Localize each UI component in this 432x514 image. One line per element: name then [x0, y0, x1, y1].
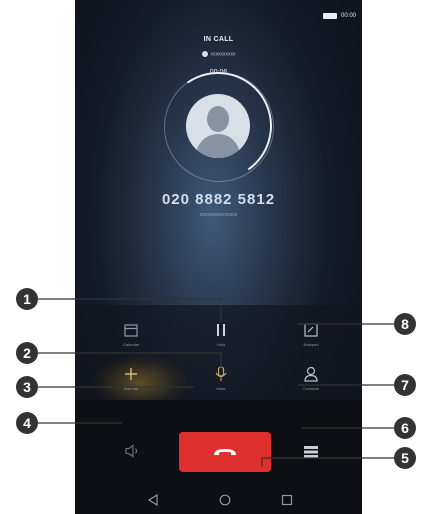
- add-call-button[interactable]: Add call: [101, 366, 161, 391]
- callout-5: 5: [394, 447, 416, 469]
- callout-1: 1: [16, 288, 38, 310]
- avatar-head: [207, 106, 229, 132]
- callout-7: 7: [394, 374, 416, 396]
- callout-4: 4: [16, 412, 38, 434]
- contacts-button[interactable]: Contacts: [281, 366, 341, 391]
- navigation-bar: [75, 486, 362, 514]
- notepad-label: Notepad: [303, 342, 319, 347]
- contact-avatar: [186, 94, 250, 158]
- mute-button[interactable]: Mute: [191, 366, 251, 391]
- callout-8: 8: [394, 313, 416, 335]
- status-bar: 00:00: [322, 10, 356, 22]
- sim-label: xxxxxxxxxx: [210, 51, 236, 58]
- mute-label: Mute: [216, 386, 226, 391]
- calendar-icon: [124, 324, 138, 337]
- calendar-label: Calendar: [122, 342, 140, 347]
- notepad-button[interactable]: Notepad: [281, 322, 341, 347]
- end-call-button[interactable]: [179, 432, 271, 472]
- phone-number: 020 8882 5812: [161, 191, 276, 208]
- sim-icon: [201, 51, 208, 57]
- contact-icon: [304, 366, 318, 382]
- dialpad-button[interactable]: [304, 445, 318, 463]
- sim-info: xxxxxxxxxx: [75, 51, 362, 57]
- call-status: IN CALL: [203, 36, 234, 43]
- caller-location: xxxxxxxxxxxxxxx: [199, 212, 238, 218]
- calendar-button[interactable]: Calendar: [101, 322, 161, 347]
- status-time: 00:00: [340, 13, 356, 19]
- end-call-icon: [214, 449, 236, 455]
- callout-3: 3: [16, 376, 38, 398]
- home-icon[interactable]: [219, 494, 231, 506]
- contacts-label: Contacts: [303, 386, 319, 391]
- notepad-icon: [304, 323, 318, 337]
- add-call-label: Add call: [123, 386, 139, 391]
- plus-icon: [125, 368, 137, 380]
- pause-icon: [217, 324, 225, 336]
- phone-screen: 00:00 IN CALL xxxxxxxxxx 00:06 020 8882 …: [75, 0, 362, 514]
- hold-label: Hold: [216, 342, 226, 347]
- callout-2: 2: [16, 342, 38, 364]
- speaker-button[interactable]: [125, 444, 141, 463]
- callout-6: 6: [394, 417, 416, 439]
- speaker-icon: [125, 444, 138, 458]
- dialpad-icon: [304, 446, 318, 458]
- battery-icon: [322, 13, 337, 19]
- back-icon[interactable]: [147, 494, 159, 506]
- avatar-body: [196, 134, 240, 158]
- hold-button[interactable]: Hold: [191, 322, 251, 347]
- microphone-icon: [215, 366, 227, 381]
- recents-icon[interactable]: [281, 494, 293, 506]
